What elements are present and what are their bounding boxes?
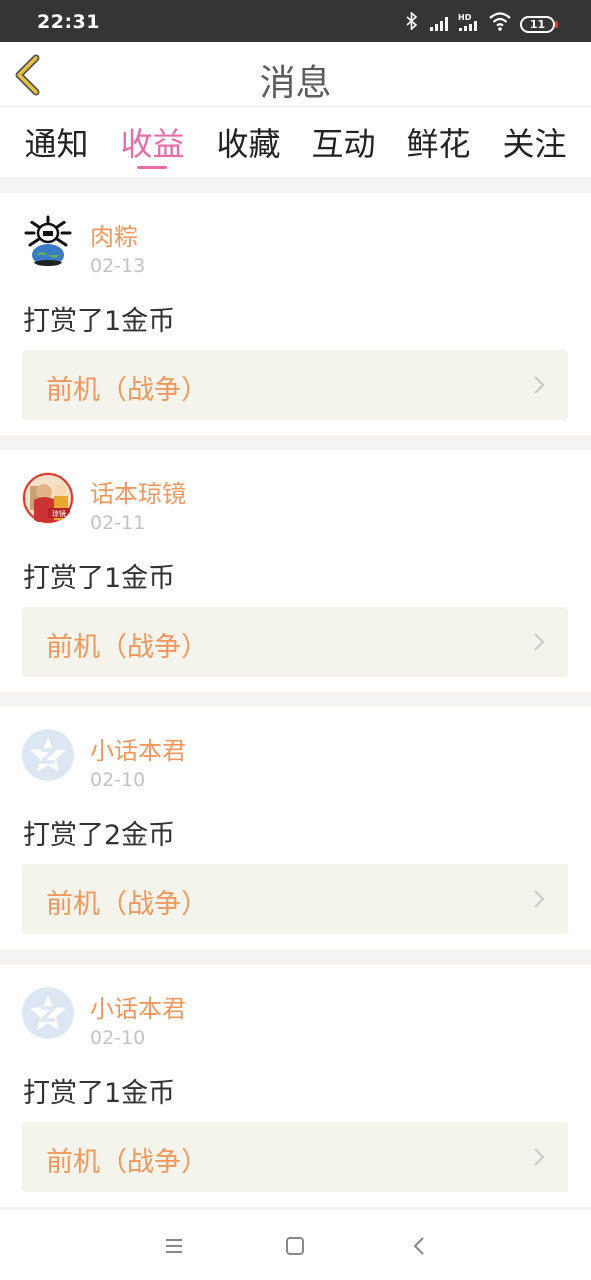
notification-date: 02-10 xyxy=(90,1027,146,1049)
default-z-avatar[interactable] xyxy=(22,987,74,1039)
character-avatar[interactable]: 琼镜 xyxy=(22,472,74,524)
app-header: 消息 xyxy=(0,42,591,107)
tab-following[interactable]: 关注 xyxy=(487,119,582,165)
book-title: 前机（战争） xyxy=(46,632,208,663)
chevron-right-icon xyxy=(534,633,545,651)
username[interactable]: 小话本君 xyxy=(90,731,186,766)
bluetooth-icon xyxy=(406,11,418,35)
notification-date: 02-13 xyxy=(90,255,146,277)
chevron-right-icon xyxy=(534,1148,545,1166)
status-time: 22:31 xyxy=(37,11,100,33)
svg-text:琼镜: 琼镜 xyxy=(52,509,66,518)
notification-message: 打赏了1金币 xyxy=(23,1078,176,1109)
chevron-right-icon xyxy=(534,376,545,394)
notification-message: 打赏了1金币 xyxy=(23,306,176,337)
book-link[interactable]: 前机（战争） xyxy=(22,864,568,934)
tab-bar: 通知 收益 收藏 互动 鲜花 关注 xyxy=(0,107,591,177)
book-link[interactable]: 前机（战争） xyxy=(22,607,568,677)
notification-card: 肉粽 02-13 打赏了1金币 前机（战争） xyxy=(0,193,591,435)
notification-date: 02-11 xyxy=(90,512,146,534)
book-link[interactable]: 前机（战争） xyxy=(22,350,568,420)
book-title: 前机（战争） xyxy=(46,375,208,406)
page-title: 消息 xyxy=(259,63,332,104)
default-z-avatar[interactable] xyxy=(22,729,74,781)
skull-globe-avatar[interactable] xyxy=(22,215,74,267)
menu-icon[interactable] xyxy=(160,1232,188,1260)
notification-date: 02-10 xyxy=(90,769,146,791)
notification-card: 小话本君 02-10 打赏了1金币 前机（战争） xyxy=(0,965,591,1207)
active-tab-indicator xyxy=(137,166,167,169)
home-icon[interactable] xyxy=(281,1232,309,1260)
notification-message: 打赏了2金币 xyxy=(23,820,176,851)
book-title: 前机（战争） xyxy=(46,889,208,920)
tab-flowers[interactable]: 鲜花 xyxy=(391,119,486,165)
tab-earnings[interactable]: 收益 xyxy=(105,119,200,165)
username[interactable]: 话本琼镜 xyxy=(90,474,186,509)
book-title: 前机（战争） xyxy=(46,1147,208,1178)
system-nav-bar xyxy=(0,1210,591,1280)
battery-level: 11 xyxy=(529,18,546,31)
tab-favorites[interactable]: 收藏 xyxy=(201,119,296,165)
battery-icon: 11 xyxy=(520,16,558,33)
wifi-icon xyxy=(489,12,511,31)
status-bar: 22:31 HD 11 xyxy=(0,0,591,42)
tab-notifications[interactable]: 通知 xyxy=(9,119,104,165)
signal-icon xyxy=(430,15,452,31)
username[interactable]: 肉粽 xyxy=(90,217,138,252)
back-nav-icon[interactable] xyxy=(406,1232,434,1260)
book-link[interactable]: 前机（战争） xyxy=(22,1122,568,1192)
chevron-right-icon xyxy=(534,890,545,908)
username[interactable]: 小话本君 xyxy=(90,989,186,1024)
tab-interactions[interactable]: 互动 xyxy=(296,119,391,165)
signal-2-icon xyxy=(459,21,481,31)
notification-card: 小话本君 02-10 打赏了2金币 前机（战争） xyxy=(0,707,591,949)
notification-card: 琼镜 话本琼镜 02-11 打赏了1金币 前机（战争） xyxy=(0,450,591,692)
notification-message: 打赏了1金币 xyxy=(23,563,176,594)
